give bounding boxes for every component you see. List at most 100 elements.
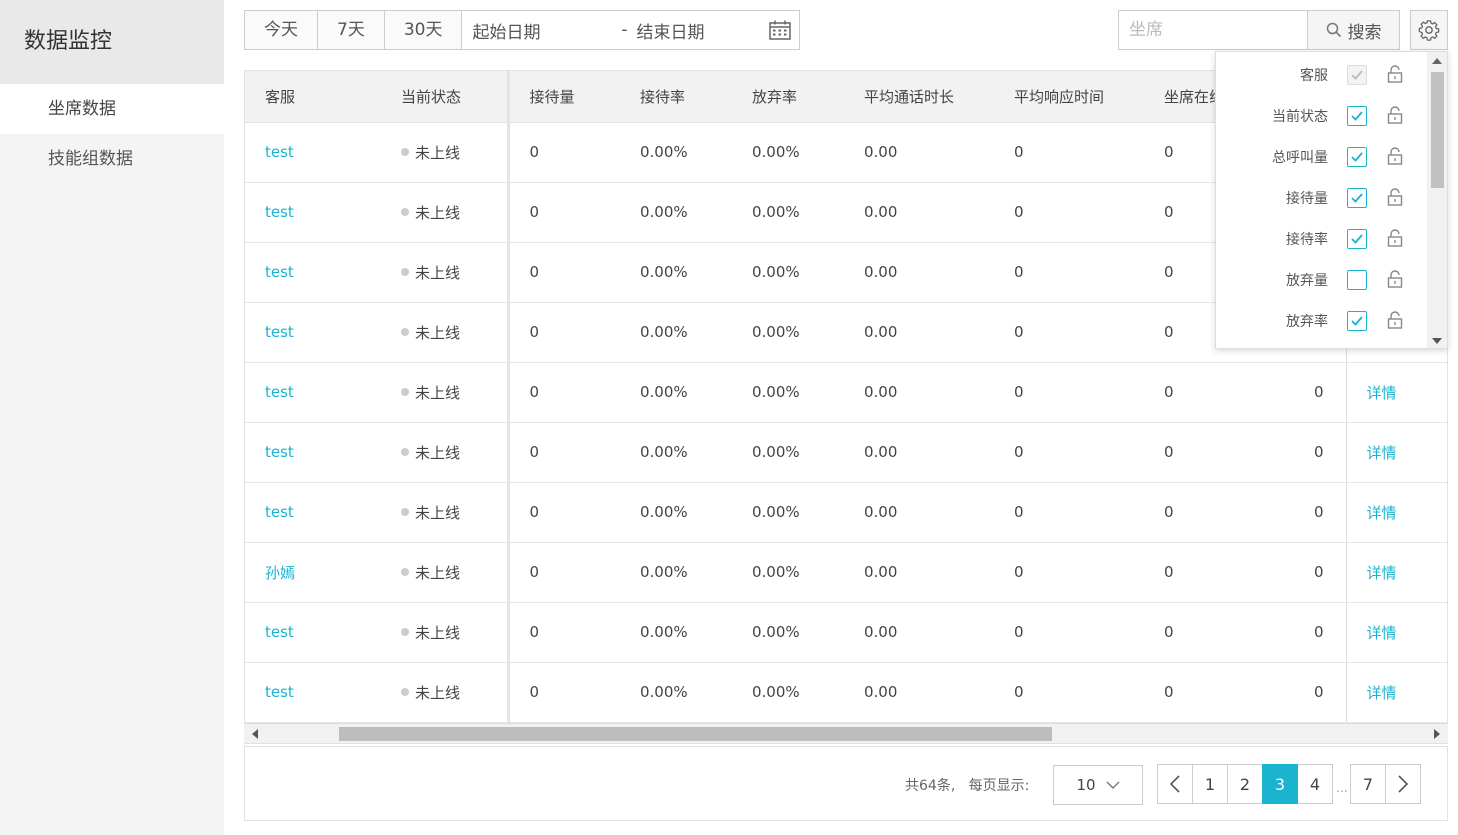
status-dot	[401, 628, 409, 636]
status-dot	[401, 448, 409, 456]
next-page-button[interactable]	[1385, 764, 1421, 804]
detail-link[interactable]: 详情	[1345, 422, 1447, 483]
column-settings-button[interactable]	[1410, 10, 1448, 50]
start-date-field[interactable]: 起始日期	[472, 18, 612, 43]
column-option[interactable]: 放弃率	[1216, 301, 1426, 342]
agent-name-link[interactable]: test	[265, 263, 294, 281]
avg-response-time-cell: 0	[994, 182, 1144, 243]
prev-page-button[interactable]	[1157, 764, 1193, 804]
agent-name-link[interactable]: test	[265, 383, 294, 401]
scroll-right-arrow[interactable]	[1434, 729, 1440, 739]
column-option[interactable]: 接待量	[1216, 178, 1426, 219]
status-dot	[401, 208, 409, 216]
page-4-button[interactable]: 4	[1297, 764, 1333, 804]
receive-rate-cell: 0.00%	[620, 182, 732, 243]
detail-link[interactable]: 详情	[1345, 362, 1447, 423]
column-checkbox[interactable]	[1347, 270, 1367, 290]
column-checkbox[interactable]	[1347, 311, 1367, 331]
lock-icon[interactable]	[1385, 310, 1405, 330]
agent-name-link[interactable]: test	[265, 203, 294, 221]
agent-online-cell: 0	[1144, 542, 1264, 603]
column-checkbox[interactable]	[1347, 229, 1367, 249]
column-checkbox	[1347, 65, 1367, 85]
status-cell: 未上线	[381, 662, 510, 723]
header-avg-talk-time[interactable]: 平均通话时长	[844, 71, 994, 123]
table-row: test未上线00.00%0.00%0.00000详情	[245, 482, 1447, 543]
lock-icon[interactable]	[1385, 64, 1405, 84]
avg-talk-time-cell: 0.00	[844, 242, 994, 303]
range-7days-button[interactable]: 7天	[318, 11, 385, 49]
search-input[interactable]	[1119, 11, 1307, 49]
status-cell: 未上线	[381, 302, 510, 363]
scroll-down-arrow[interactable]	[1432, 338, 1442, 344]
detail-link[interactable]: 详情	[1345, 482, 1447, 543]
agent-name-link[interactable]: test	[265, 503, 294, 521]
lock-icon[interactable]	[1385, 146, 1405, 166]
sidebar-item-agent-data[interactable]: 坐席数据	[0, 84, 224, 134]
column-option[interactable]: 客服	[1216, 55, 1426, 96]
date-range-picker[interactable]: 起始日期 - 结束日期	[462, 11, 799, 49]
scroll-left-arrow[interactable]	[252, 729, 258, 739]
detail-link[interactable]: 详情	[1345, 542, 1447, 603]
column-checkbox[interactable]	[1347, 147, 1367, 167]
detail-link[interactable]: 详情	[1345, 662, 1447, 723]
abandon-rate-cell: 0.00%	[732, 662, 844, 723]
lock-icon[interactable]	[1385, 105, 1405, 125]
lock-icon[interactable]	[1385, 187, 1405, 207]
scroll-up-arrow[interactable]	[1432, 58, 1442, 64]
header-received[interactable]: 接待量	[508, 71, 620, 123]
avg-response-time-cell: 0	[994, 602, 1144, 663]
received-cell: 0	[508, 362, 620, 423]
header-receive-rate[interactable]: 接待率	[620, 71, 732, 123]
header-status[interactable]: 当前状态	[381, 71, 510, 123]
status-cell: 未上线	[381, 362, 510, 423]
column-option[interactable]: 接待率	[1216, 219, 1426, 260]
receive-rate-cell: 0.00%	[620, 662, 732, 723]
agent-name-cell: 孙嫣	[245, 542, 381, 603]
column-panel-scrollbar[interactable]	[1427, 52, 1447, 348]
column-option[interactable]: 放弃量	[1216, 260, 1426, 301]
received-cell: 0	[508, 542, 620, 603]
sidebar-item-skill-group-data[interactable]: 技能组数据	[0, 134, 224, 184]
column-option-label: 客服	[1300, 68, 1328, 84]
range-30days-button[interactable]: 30天	[384, 11, 463, 49]
per-page-select[interactable]: 10	[1053, 765, 1143, 805]
end-date-field[interactable]: 结束日期	[636, 18, 766, 43]
agent-name-link[interactable]: test	[265, 623, 294, 641]
received-cell: 0	[508, 122, 620, 183]
column-checkbox[interactable]	[1347, 188, 1367, 208]
abandon-rate-cell: 0.00%	[732, 122, 844, 183]
search-button[interactable]: 搜索	[1307, 11, 1399, 49]
header-avg-response-time[interactable]: 平均响应时间	[994, 71, 1144, 123]
page-1-button[interactable]: 1	[1192, 764, 1228, 804]
received-cell: 0	[508, 422, 620, 483]
header-abandon-rate[interactable]: 放弃率	[732, 71, 844, 123]
page-list: 1 2 3 4 ... 7	[1157, 764, 1421, 804]
page-last-button[interactable]: 7	[1350, 764, 1386, 804]
column-option-label: 当前状态	[1272, 109, 1328, 125]
extra-cell: 0	[1264, 662, 1346, 723]
date-separator: -	[621, 20, 628, 40]
agent-name-link[interactable]: 孙嫣	[265, 564, 295, 582]
header-agent[interactable]: 客服	[245, 71, 381, 123]
column-option-label: 接待率	[1286, 232, 1328, 248]
agent-name-link[interactable]: test	[265, 143, 294, 161]
page-2-button[interactable]: 2	[1227, 764, 1263, 804]
detail-link[interactable]: 详情	[1345, 602, 1447, 663]
lock-icon[interactable]	[1385, 269, 1405, 289]
calendar-icon[interactable]	[769, 20, 792, 40]
column-checkbox[interactable]	[1347, 106, 1367, 126]
received-cell: 0	[508, 482, 620, 543]
range-today-button[interactable]: 今天	[245, 11, 318, 49]
horizontal-scroll-thumb[interactable]	[339, 727, 1052, 741]
column-option[interactable]: 当前状态	[1216, 96, 1426, 137]
agent-name-link[interactable]: test	[265, 683, 294, 701]
lock-icon[interactable]	[1385, 228, 1405, 248]
column-option[interactable]: 总呼叫量	[1216, 137, 1426, 178]
horizontal-scrollbar[interactable]	[244, 723, 1448, 743]
column-panel-scroll-thumb[interactable]	[1431, 72, 1444, 188]
per-page-value: 10	[1076, 776, 1096, 794]
agent-name-link[interactable]: test	[265, 323, 294, 341]
agent-name-link[interactable]: test	[265, 443, 294, 461]
page-3-button[interactable]: 3	[1262, 764, 1298, 804]
